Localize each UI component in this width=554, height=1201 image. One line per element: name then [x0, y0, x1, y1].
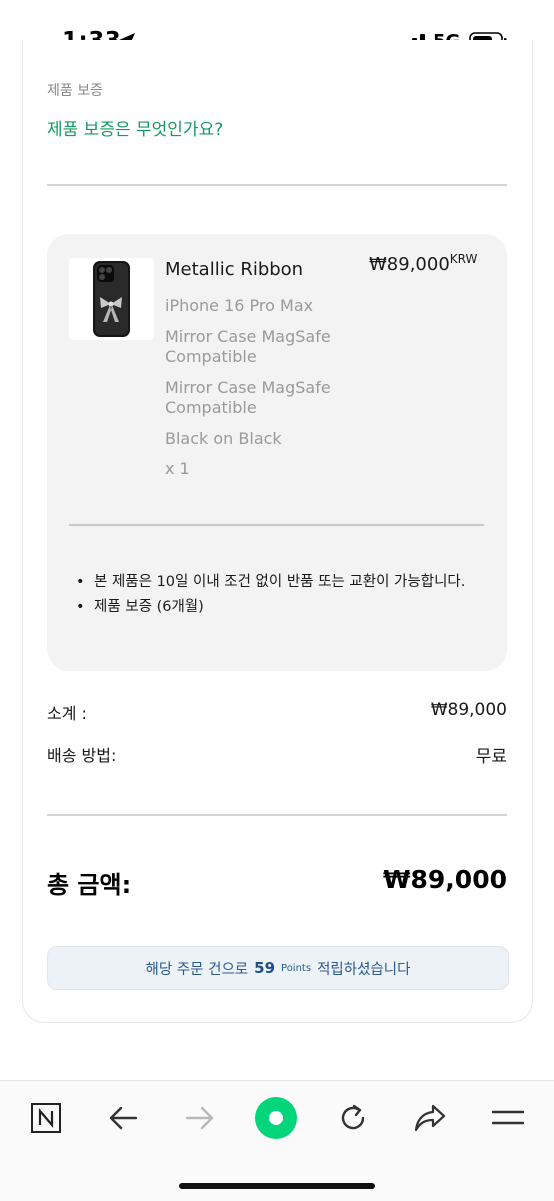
subtotal-value: ₩89,000: [430, 700, 507, 720]
warranty-heading: 제품 보증: [47, 83, 103, 99]
shipping-value: 무료: [475, 747, 507, 767]
price-amount: ₩89,000: [369, 254, 450, 275]
points-unit: Points: [281, 962, 312, 974]
naver-icon: [31, 1103, 61, 1133]
points-prefix: 해당 주문 건으로: [145, 961, 249, 978]
warranty-info-link[interactable]: 제품 보증은 무엇인가요?: [47, 115, 223, 140]
total-value: ₩89,000: [382, 865, 507, 894]
green-dot-button[interactable]: [254, 1096, 298, 1140]
option-case-type-2: Mirror Case MagSafe Compatible: [165, 378, 331, 417]
total-divider: [47, 814, 507, 816]
green-dot-icon: [255, 1097, 297, 1139]
option-color: Black on Black: [165, 429, 282, 448]
note-warranty: 제품 보증 (6개월): [76, 595, 486, 620]
subtotal-label: 소계 :: [47, 704, 87, 723]
points-amount: 59: [254, 959, 276, 977]
back-button[interactable]: [101, 1096, 145, 1140]
phone-case-image: [93, 261, 130, 337]
share-icon: [414, 1104, 446, 1132]
option-case-type: Mirror Case MagSafe Compatible: [165, 327, 331, 366]
naver-home-button[interactable]: [24, 1096, 68, 1140]
product-divider: [69, 524, 484, 526]
product-thumbnail[interactable]: [69, 258, 154, 340]
share-button[interactable]: [408, 1096, 452, 1140]
divider: [47, 184, 507, 186]
product-name[interactable]: Metallic Ribbon: [165, 259, 303, 280]
shipping-label: 배송 방법:: [47, 746, 117, 765]
option-quantity: x 1: [165, 459, 190, 478]
menu-icon: [492, 1110, 524, 1125]
forward-button[interactable]: [178, 1096, 222, 1140]
back-arrow-icon: [109, 1106, 138, 1130]
points-earned-banner: 해당 주문 건으로 59 Points 적립하셨습니다: [47, 946, 509, 990]
reload-button[interactable]: [331, 1096, 375, 1140]
option-model: iPhone 16 Pro Max: [165, 296, 314, 315]
forward-arrow-icon: [185, 1106, 214, 1130]
points-suffix: 적립하셨습니다: [317, 961, 411, 978]
total-label: 총 금액:: [47, 871, 132, 899]
price-currency: KRW: [449, 252, 478, 266]
product-notes: 본 제품은 10일 이내 조건 없이 반품 또는 교환이 가능합니다. 제품 보…: [76, 570, 486, 620]
home-indicator[interactable]: [179, 1183, 375, 1189]
note-return-policy: 본 제품은 10일 이내 조건 없이 반품 또는 교환이 가능합니다.: [76, 570, 486, 595]
product-price: ₩89,000KRW: [369, 252, 478, 275]
menu-button[interactable]: [486, 1096, 530, 1140]
reload-icon: [341, 1104, 365, 1130]
